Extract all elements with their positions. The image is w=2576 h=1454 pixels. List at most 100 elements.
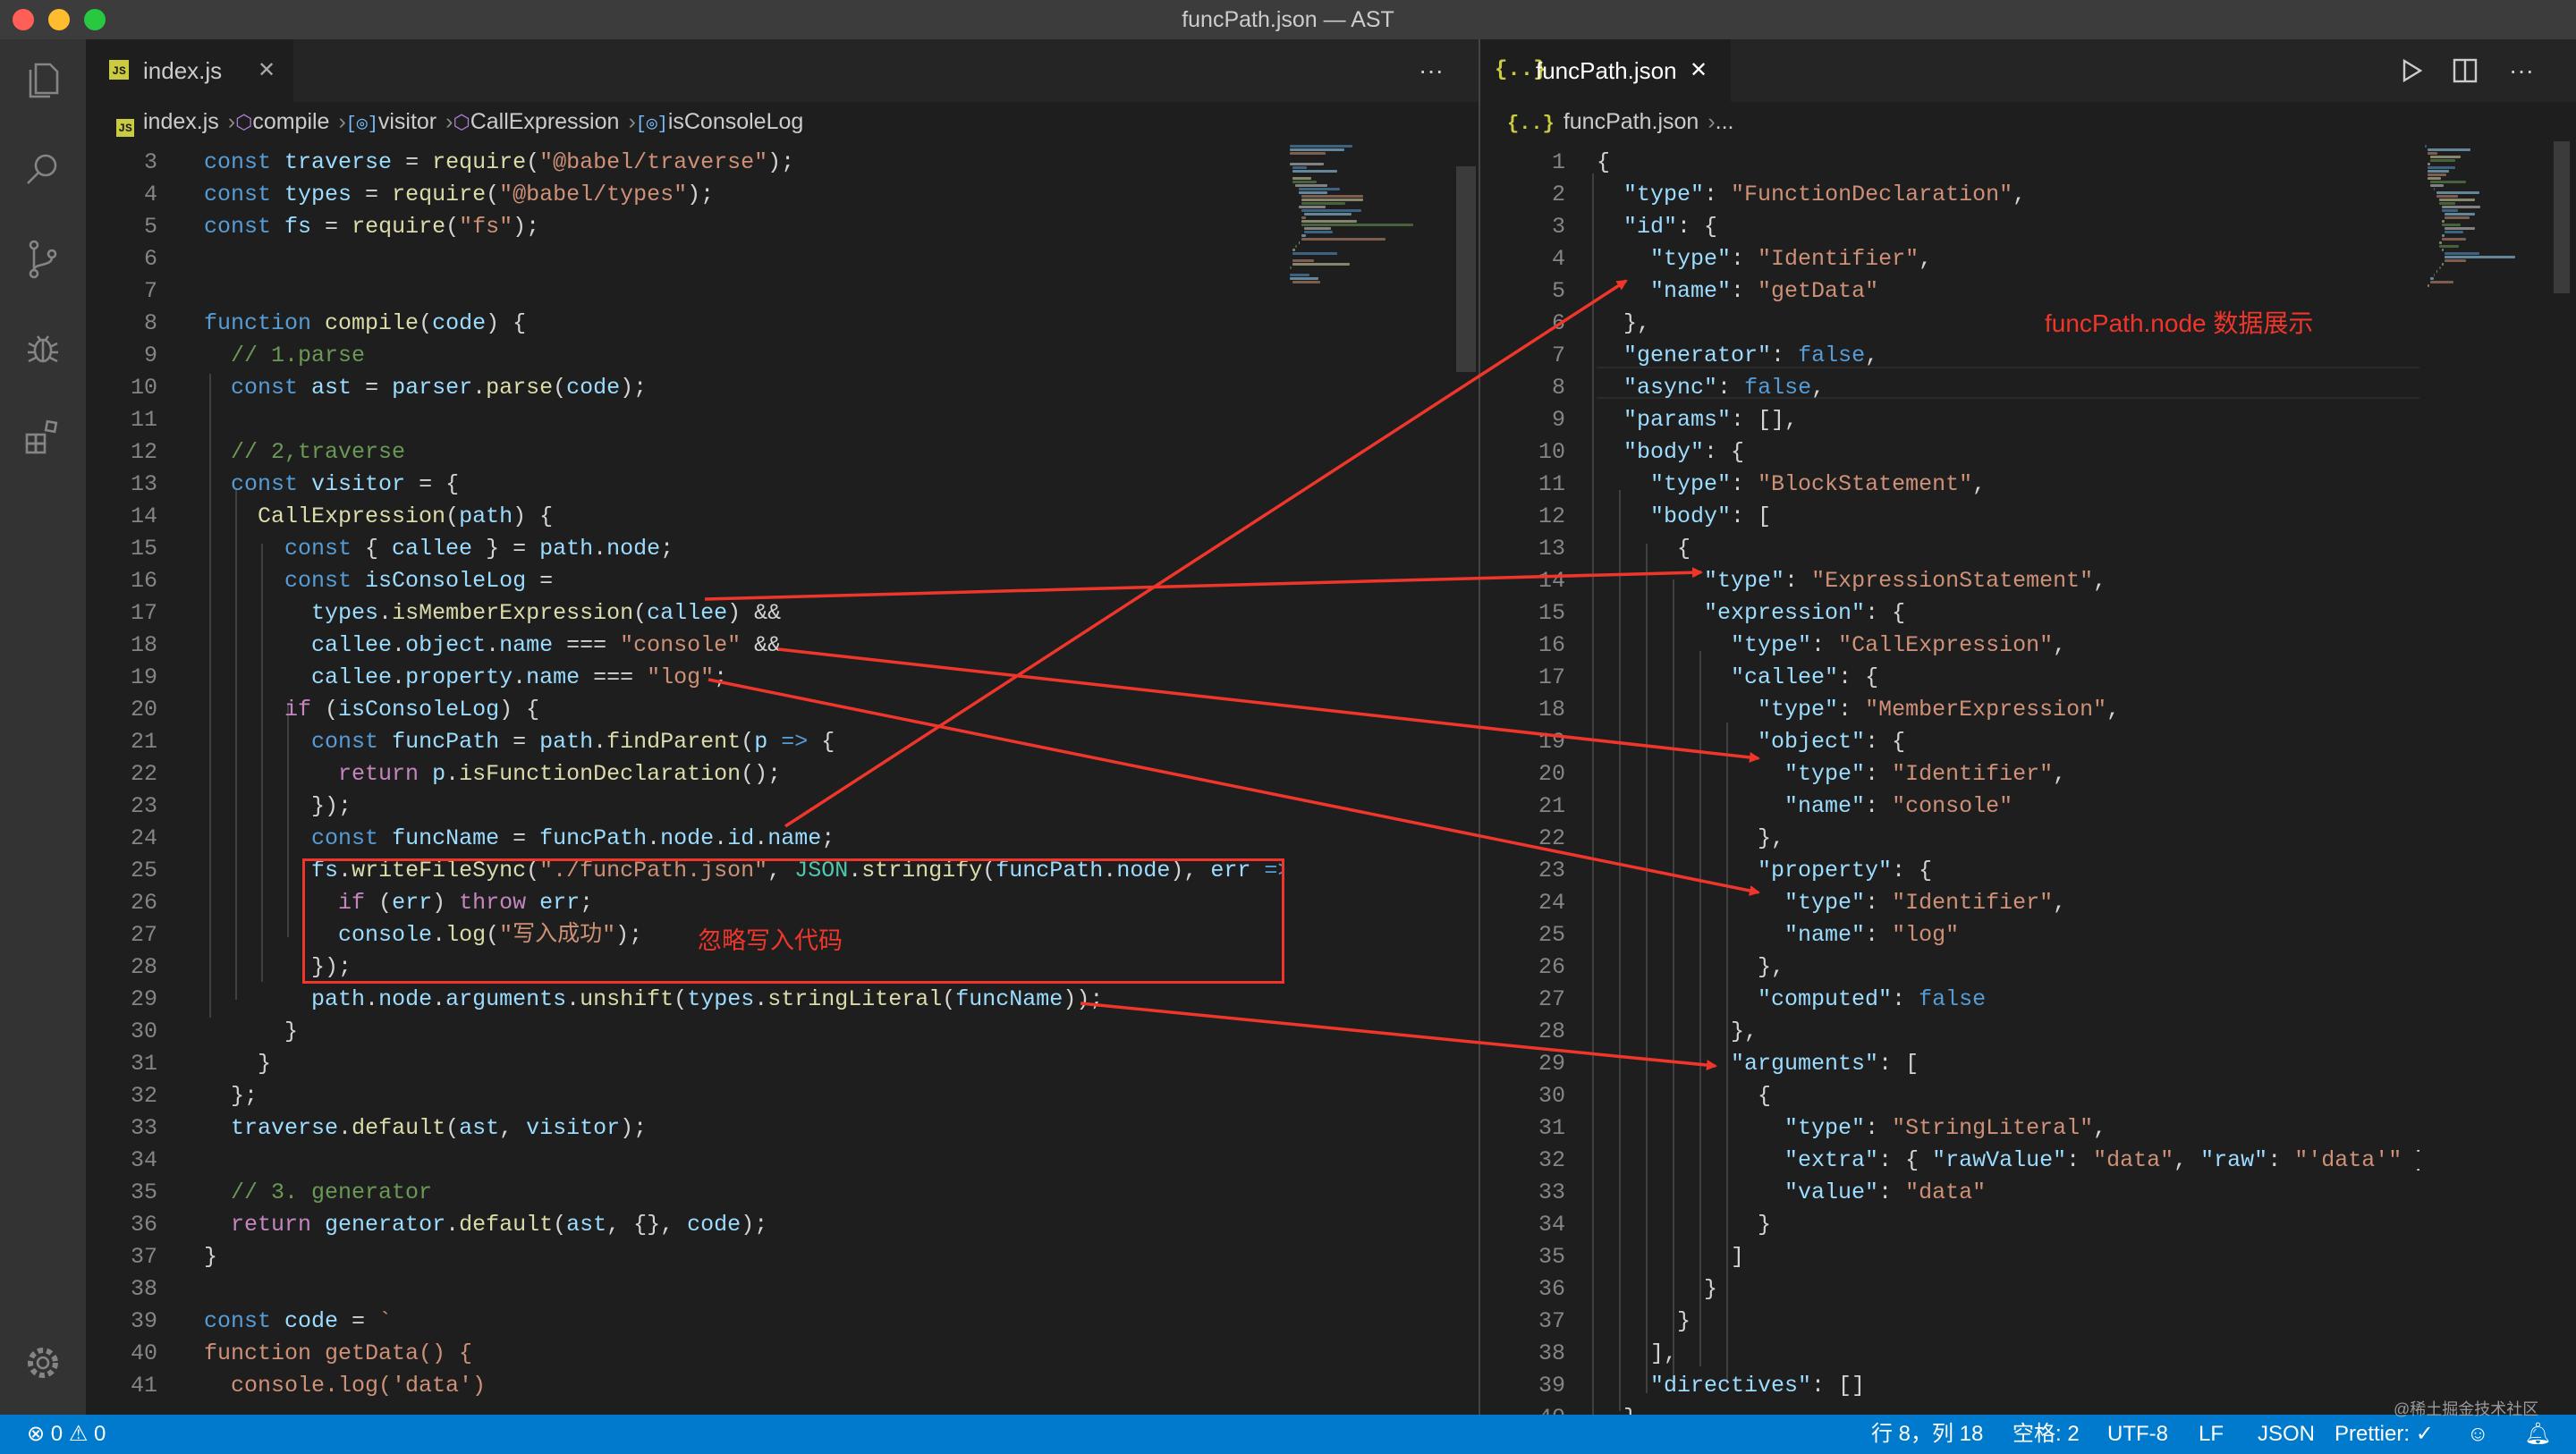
code-line[interactable]: 16 const isConsoleLog = [86,565,1284,597]
breadcrumb-item[interactable]: funcPath.json [1563,109,1699,134]
code-line[interactable]: 11 [86,404,1284,436]
code-line[interactable]: 24 "type": "Identifier", [1480,887,2419,919]
gear-icon[interactable] [20,1340,66,1386]
encoding[interactable]: UTF-8 [2107,1415,2168,1454]
tab-funcpath-json[interactable]: {..} funcPath.json ✕ [1480,39,1731,102]
code-line[interactable]: 5 const fs = require("fs"); [86,211,1284,243]
code-line[interactable]: 21 const funcPath = path.findParent(p =>… [86,726,1284,758]
code-line[interactable]: 20 if (isConsoleLog) { [86,694,1284,726]
end-of-line[interactable]: LF [2199,1415,2224,1454]
code-line[interactable]: 32 }; [86,1080,1284,1112]
code-line[interactable]: 12 // 2,traverse [86,436,1284,469]
code-line[interactable]: 34 [86,1145,1284,1177]
bell-icon[interactable]: 🔔︎ [2524,1415,2551,1454]
code-line[interactable]: 17 types.isMemberExpression(callee) && [86,597,1284,630]
code-line[interactable]: 13 { [1480,533,2419,565]
code-line[interactable]: 30 } [86,1016,1284,1048]
code-line[interactable]: 30 { [1480,1080,2419,1112]
code-line[interactable]: 26 }, [1480,951,2419,984]
problems-indicator[interactable]: ⊗ 0 ⚠ 0 [27,1415,106,1454]
close-icon[interactable]: ✕ [258,39,275,102]
code-line[interactable]: 19 "object": { [1480,726,2419,758]
breadcrumb-item[interactable]: compile [252,109,329,134]
code-line[interactable]: 17 "callee": { [1480,662,2419,694]
code-line[interactable]: 36 } [1480,1273,2419,1306]
code-line[interactable]: 7 "generator": false, [1480,340,2419,372]
code-line[interactable]: 24 const funcName = funcPath.node.id.nam… [86,823,1284,855]
tab-index-js[interactable]: JS index.js ✕ [86,39,293,102]
code-line[interactable]: 20 "type": "Identifier", [1480,758,2419,790]
code-line[interactable]: 14 CallExpression(path) { [86,501,1284,533]
files-icon[interactable] [20,57,66,104]
left-scrollbar[interactable] [1456,166,1476,372]
code-line[interactable]: 35 // 3. generator [86,1177,1284,1209]
search-icon[interactable] [20,147,66,193]
code-line[interactable]: 14 "type": "ExpressionStatement", [1480,565,2419,597]
code-line[interactable]: 40 function getData() { [86,1338,1284,1370]
code-line[interactable]: 32 "extra": { "rawValue": "data", "raw":… [1480,1145,2419,1177]
indentation[interactable]: 空格: 2 [2012,1415,2080,1454]
code-line[interactable]: 4 const types = require("@babel/types"); [86,179,1284,211]
code-line[interactable]: 36 return generator.default(ast, {}, cod… [86,1209,1284,1241]
code-line[interactable]: 15 "expression": { [1480,597,2419,630]
left-code-editor[interactable]: 3 const traverse = require("@babel/traver… [86,141,1284,1415]
code-line[interactable]: 15 const { callee } = path.node; [86,533,1284,565]
code-line[interactable]: 9 // 1.parse [86,340,1284,372]
breadcrumb-item[interactable]: ... [1716,109,1734,134]
code-line[interactable]: 39 const code = ` [86,1306,1284,1338]
run-icon[interactable] [2398,57,2425,84]
code-line[interactable]: 34 } [1480,1209,2419,1241]
code-line[interactable]: 23 "property": { [1480,855,2419,887]
code-line[interactable]: 18 callee.object.name === "console" && [86,630,1284,662]
code-line[interactable]: 3 "id": { [1480,211,2419,243]
code-line[interactable]: 25 "name": "log" [1480,919,2419,951]
code-line[interactable]: 8 function compile(code) { [86,308,1284,340]
right-scrollbar[interactable] [2554,141,2570,293]
code-line[interactable]: 10 "body": { [1480,436,2419,469]
code-line[interactable]: 33 "value": "data" [1480,1177,2419,1209]
more-actions-icon[interactable]: ··· [2509,39,2534,102]
code-line[interactable]: 4 "type": "Identifier", [1480,243,2419,275]
code-line[interactable]: 1{ [1480,147,2419,179]
right-minimap[interactable] [2419,141,2554,1415]
code-line[interactable]: 22 return p.isFunctionDeclaration(); [86,758,1284,790]
breadcrumb-item[interactable]: index.js [143,109,219,134]
code-line[interactable]: 6 [86,243,1284,275]
code-line[interactable]: 35 ] [1480,1241,2419,1273]
code-line[interactable]: 8 "async": false, [1480,372,2419,404]
code-line[interactable]: 2 "type": "FunctionDeclaration", [1480,179,2419,211]
code-line[interactable]: 10 const ast = parser.parse(code); [86,372,1284,404]
code-line[interactable]: 38 [86,1273,1284,1306]
code-line[interactable]: 3 const traverse = require("@babel/traver… [86,147,1284,179]
code-line[interactable]: 38 ], [1480,1338,2419,1370]
close-icon[interactable]: ✕ [1690,39,1707,102]
code-line[interactable]: 7 [86,275,1284,308]
code-line[interactable]: 18 "type": "MemberExpression", [1480,694,2419,726]
code-line[interactable]: 31 "type": "StringLiteral", [1480,1112,2419,1145]
code-line[interactable]: 13 const visitor = { [86,469,1284,501]
prettier-status[interactable]: Prettier: ✓ [2334,1415,2434,1454]
code-line[interactable]: 5 "name": "getData" [1480,275,2419,308]
code-line[interactable]: 28 }, [1480,1016,2419,1048]
code-line[interactable]: 22 }, [1480,823,2419,855]
code-line[interactable]: 19 callee.property.name === "log"; [86,662,1284,694]
language-mode[interactable]: JSON [2258,1415,2315,1454]
cursor-position[interactable]: 行 8，列 18 [1871,1415,1983,1454]
code-line[interactable]: 29 "arguments": [ [1480,1048,2419,1080]
source-control-icon[interactable] [20,236,66,283]
feedback-icon[interactable]: ☺ [2467,1415,2489,1454]
code-line[interactable]: 37} [86,1241,1284,1273]
code-line[interactable]: 21 "name": "console" [1480,790,2419,823]
code-line[interactable]: 29 path.node.arguments.unshift(types.str… [86,984,1284,1016]
code-line[interactable]: 39 "directives": [] [1480,1370,2419,1402]
code-line[interactable]: 9 "params": [], [1480,404,2419,436]
breadcrumb-item[interactable]: CallExpression [470,109,620,134]
code-line[interactable]: 23 }); [86,790,1284,823]
debug-icon[interactable] [20,325,66,372]
code-line[interactable]: 12 "body": [ [1480,501,2419,533]
code-line[interactable]: 33 traverse.default(ast, visitor); [86,1112,1284,1145]
extensions-icon[interactable] [20,415,66,461]
code-line[interactable]: 27 "computed": false [1480,984,2419,1016]
left-minimap[interactable] [1284,141,1445,1415]
breadcrumb-item[interactable]: isConsoleLog [668,109,804,134]
